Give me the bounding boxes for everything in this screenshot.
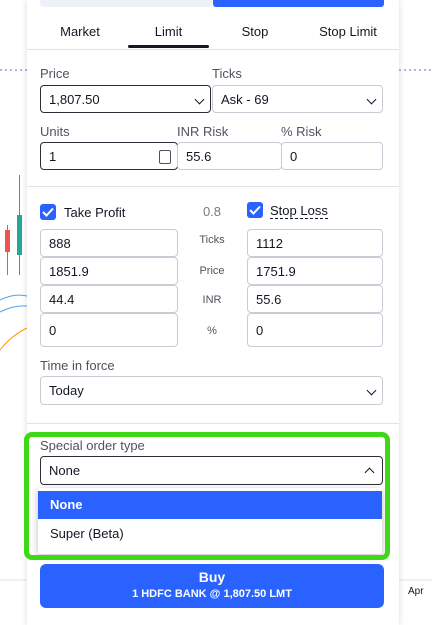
take-profit-label: Take Profit (64, 205, 126, 220)
price-label: Price (40, 66, 70, 81)
price-value: 1,807.50 (49, 92, 100, 107)
divider (27, 49, 399, 50)
stop-loss-checkbox[interactable] (247, 202, 263, 218)
stop-loss-label: Stop Loss (270, 203, 328, 219)
axis-month-label: Apr (408, 586, 424, 597)
tp-price-input[interactable]: 1851.9 (40, 257, 178, 285)
units-value: 1 (49, 149, 57, 164)
inr-risk-label: INR Risk (177, 124, 229, 139)
tp-inr-value: 44.4 (49, 292, 75, 307)
ticks-label: Ticks (212, 66, 242, 81)
tp-ticks-value: 888 (49, 236, 71, 251)
tab-stop[interactable]: Stop (230, 20, 280, 48)
pct-risk-label: % Risk (281, 124, 322, 139)
sell-button-edge[interactable] (40, 0, 212, 7)
tp-ticks-input[interactable]: 888 (40, 229, 178, 257)
tp-pct-input[interactable]: 0 (40, 313, 178, 347)
ticks-row-label: Ticks (199, 234, 225, 246)
sl-inr-value: 55.6 (256, 292, 282, 307)
sl-price-value: 1751.9 (256, 264, 296, 279)
buy-button[interactable]: Buy 1 HDFC BANK @ 1,807.50 LMT (40, 564, 384, 608)
chevron-down-icon (366, 94, 377, 105)
price-row-label: Price (199, 265, 225, 277)
ticks-select[interactable]: Ask - 69 (212, 85, 383, 113)
pct-risk-value: 0 (290, 149, 298, 164)
calculator-icon[interactable] (159, 150, 171, 164)
inr-row-label: INR (202, 294, 222, 306)
pct-row-label: % (207, 325, 217, 337)
tab-limit[interactable]: Limit (128, 20, 209, 48)
price-select[interactable]: 1,807.50 (40, 85, 211, 113)
buy-title: Buy (198, 569, 226, 585)
sl-pct-input[interactable]: 0 (247, 313, 383, 347)
buy-subtitle: 1 HDFC BANK @ 1,807.50 LMT (132, 588, 292, 600)
tif-label: Time in force (40, 358, 115, 373)
tp-inr-input[interactable]: 44.4 (40, 285, 178, 313)
tp-pct-value: 0 (49, 323, 57, 338)
chevron-down-icon (366, 385, 377, 396)
highlight-box (24, 432, 390, 560)
sl-ticks-value: 1112 (256, 236, 283, 251)
tp-price-value: 1851.9 (49, 264, 89, 279)
chevron-down-icon (194, 94, 205, 105)
buy-button-edge[interactable] (213, 0, 384, 7)
ticks-value: Ask - 69 (221, 92, 269, 107)
pct-risk-input[interactable]: 0 (281, 142, 383, 170)
tif-select[interactable]: Today (40, 376, 383, 405)
units-input[interactable]: 1 (40, 142, 178, 170)
sl-inr-input[interactable]: 55.6 (247, 285, 383, 313)
divider (27, 423, 399, 424)
take-profit-checkbox[interactable] (40, 204, 56, 220)
sl-price-input[interactable]: 1751.9 (247, 257, 383, 285)
tab-stop-limit[interactable]: Stop Limit (308, 20, 388, 48)
inr-risk-input[interactable]: 55.6 (177, 142, 282, 170)
units-label: Units (40, 124, 70, 139)
check-icon (42, 207, 54, 217)
inr-risk-value: 55.6 (186, 149, 212, 164)
tif-value: Today (49, 383, 84, 398)
tab-market[interactable]: Market (50, 20, 110, 48)
order-type-tabs: Market Limit Stop Stop Limit (40, 20, 386, 48)
check-icon (249, 205, 261, 215)
risk-reward-ratio: 0.8 (202, 204, 222, 219)
sl-pct-value: 0 (256, 323, 264, 338)
sl-ticks-input[interactable]: 1112 (247, 229, 383, 257)
divider (27, 186, 399, 187)
